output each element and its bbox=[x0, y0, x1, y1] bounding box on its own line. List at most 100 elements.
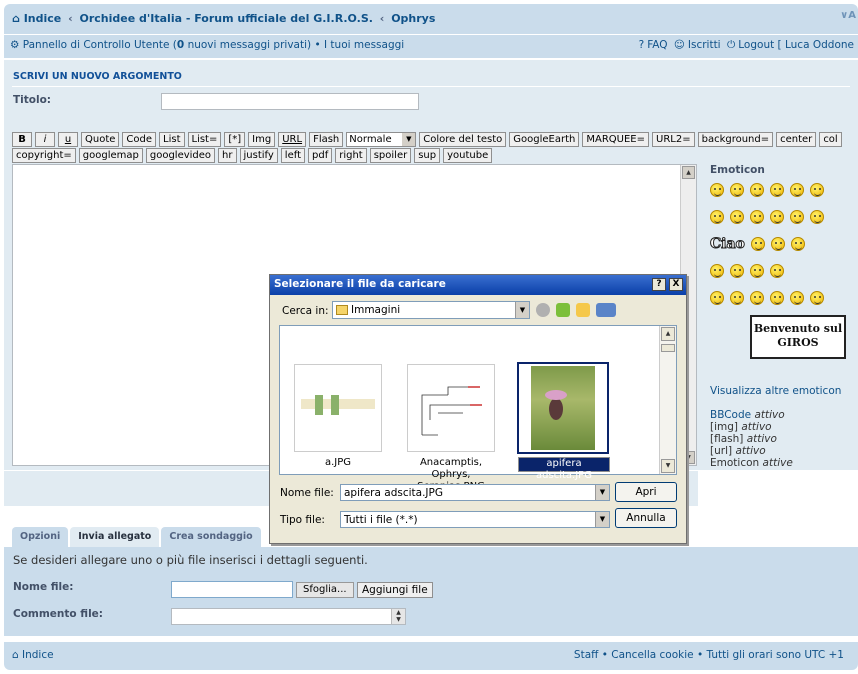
footer-index-link[interactable]: Indice bbox=[22, 649, 54, 661]
justify-button[interactable]: justify bbox=[239, 148, 278, 163]
members-link[interactable]: Iscritti bbox=[688, 39, 721, 51]
smiley-icon[interactable] bbox=[790, 183, 804, 197]
cancel-button[interactable]: Annulla bbox=[615, 508, 677, 528]
background-button[interactable]: background= bbox=[697, 132, 774, 147]
close-button[interactable]: X bbox=[669, 278, 683, 291]
welcome-sign-emoticon[interactable]: Benvenuto sul GIROS bbox=[750, 315, 846, 359]
file-name-selected[interactable]: apifera adscita.JPG bbox=[518, 457, 610, 481]
file-thumbnail[interactable] bbox=[294, 364, 382, 452]
smiley-icon[interactable] bbox=[750, 210, 764, 224]
tab-poll[interactable]: Crea sondaggio bbox=[161, 527, 261, 547]
youtube-button[interactable]: youtube bbox=[443, 148, 493, 163]
smiley-icon[interactable] bbox=[730, 264, 744, 278]
smiley-icon[interactable] bbox=[710, 183, 724, 197]
copyright-button[interactable]: copyright= bbox=[12, 148, 76, 163]
filetype-select[interactable]: Tutti i file (*.*) ▼ bbox=[340, 511, 610, 528]
smiley-icon[interactable] bbox=[730, 210, 744, 224]
googlemap-button[interactable]: googlemap bbox=[78, 148, 143, 163]
dialog-titlebar[interactable]: Selezionare il file da caricare ? X bbox=[270, 275, 686, 295]
more-emoticons-link[interactable]: Visualizza altre emoticon bbox=[710, 385, 856, 397]
list-button[interactable]: List bbox=[159, 132, 185, 147]
delete-cookies-link[interactable]: Cancella cookie bbox=[611, 649, 693, 661]
font-size-control[interactable]: ∨A bbox=[840, 10, 856, 21]
text-color-button[interactable]: Colore del testo bbox=[419, 132, 507, 147]
open-button[interactable]: Apri bbox=[615, 482, 677, 502]
center-button[interactable]: center bbox=[776, 132, 817, 147]
scroll-thumb[interactable] bbox=[661, 344, 675, 352]
smiley-icon[interactable] bbox=[770, 183, 784, 197]
help-button[interactable]: ? bbox=[652, 278, 666, 291]
smiley-icon[interactable] bbox=[770, 237, 785, 251]
back-icon[interactable] bbox=[536, 303, 550, 317]
spinner-icon[interactable]: ▲ ▼ bbox=[391, 609, 405, 624]
smiley-icon[interactable] bbox=[810, 210, 824, 224]
faq-link[interactable]: FAQ bbox=[647, 39, 667, 51]
smiley-icon[interactable] bbox=[730, 291, 744, 305]
googlevideo-button[interactable]: googlevideo bbox=[145, 148, 216, 163]
smiley-icon[interactable] bbox=[770, 291, 784, 305]
left-button[interactable]: left bbox=[280, 148, 305, 163]
smiley-icon[interactable] bbox=[790, 237, 805, 251]
pdf-button[interactable]: pdf bbox=[308, 148, 333, 163]
file-thumbnail[interactable] bbox=[407, 364, 495, 452]
smiley-icon[interactable] bbox=[710, 264, 724, 278]
ciao-emoticon[interactable]: Ciao bbox=[710, 236, 746, 253]
smiley-icon[interactable] bbox=[710, 291, 724, 305]
underline-button[interactable]: u bbox=[58, 132, 78, 147]
googleearth-button[interactable]: GoogleEarth bbox=[509, 132, 580, 147]
italic-button[interactable]: i bbox=[35, 132, 55, 147]
my-messages-link[interactable]: I tuoi messaggi bbox=[324, 39, 404, 51]
marquee-button[interactable]: MARQUEE= bbox=[582, 132, 649, 147]
smiley-icon[interactable] bbox=[730, 183, 744, 197]
ucp-link[interactable]: Pannello di Controllo Utente (0 nuovi me… bbox=[23, 39, 311, 51]
filename-input[interactable]: apifera adscita.JPG ▼ bbox=[340, 484, 610, 501]
scroll-down-icon[interactable]: ▼ bbox=[661, 459, 675, 473]
bbcode-link[interactable]: BBCode bbox=[710, 409, 751, 421]
quote-button[interactable]: Quote bbox=[81, 132, 120, 147]
new-folder-icon[interactable] bbox=[576, 303, 590, 317]
smiley-icon[interactable] bbox=[750, 183, 764, 197]
font-size-select[interactable]: Normale ▼ bbox=[346, 132, 417, 147]
logout-link[interactable]: Logout [ Luca Oddone bbox=[738, 39, 854, 51]
chevron-down-icon[interactable]: ▼ bbox=[595, 512, 609, 527]
up-folder-icon[interactable] bbox=[556, 303, 570, 317]
smiley-icon[interactable] bbox=[750, 291, 764, 305]
scroll-up-icon[interactable]: ▲ bbox=[661, 327, 675, 341]
bold-button[interactable]: B bbox=[12, 132, 32, 147]
title-input[interactable] bbox=[161, 93, 419, 110]
breadcrumb-forum[interactable]: Orchidee d'Italia - Forum ufficiale del … bbox=[80, 12, 373, 25]
file-comment-input[interactable]: ▲ ▼ bbox=[171, 608, 406, 625]
url-button[interactable]: URL bbox=[278, 132, 307, 147]
file-thumbnail-selected[interactable] bbox=[517, 362, 609, 454]
hr-button[interactable]: hr bbox=[218, 148, 237, 163]
col-button[interactable]: col bbox=[819, 132, 842, 147]
view-menu-icon[interactable] bbox=[596, 303, 616, 317]
staff-link[interactable]: Staff bbox=[574, 649, 598, 661]
smiley-icon[interactable] bbox=[750, 264, 764, 278]
img-button[interactable]: Img bbox=[248, 132, 276, 147]
tab-options[interactable]: Opzioni bbox=[12, 527, 69, 547]
file-name[interactable]: a.JPG bbox=[288, 457, 388, 469]
spoiler-button[interactable]: spoiler bbox=[369, 148, 412, 163]
smiley-icon[interactable] bbox=[770, 264, 784, 278]
smiley-icon[interactable] bbox=[810, 183, 824, 197]
url2-button[interactable]: URL2= bbox=[652, 132, 695, 147]
tab-attachment[interactable]: Invia allegato bbox=[70, 527, 160, 547]
smiley-icon[interactable] bbox=[770, 210, 784, 224]
add-file-button[interactable]: Aggiungi file bbox=[357, 582, 433, 598]
smiley-icon[interactable] bbox=[810, 291, 824, 305]
scroll-up-icon[interactable]: ▲ bbox=[682, 166, 695, 179]
list-ordered-button[interactable]: List= bbox=[187, 132, 222, 147]
smiley-icon[interactable] bbox=[750, 237, 765, 251]
flash-button[interactable]: Flash bbox=[309, 132, 344, 147]
browse-button[interactable]: Sfoglia... bbox=[296, 582, 354, 598]
smiley-icon[interactable] bbox=[790, 291, 804, 305]
smiley-icon[interactable] bbox=[790, 210, 804, 224]
sup-button[interactable]: sup bbox=[414, 148, 441, 163]
file-list-scrollbar[interactable]: ▲ ▼ bbox=[659, 326, 676, 474]
list-item-button[interactable]: [*] bbox=[224, 132, 246, 147]
attachment-file-input[interactable] bbox=[171, 581, 293, 598]
smiley-icon[interactable] bbox=[710, 210, 724, 224]
chevron-down-icon[interactable]: ▼ bbox=[595, 485, 609, 500]
breadcrumb-subforum[interactable]: Ophrys bbox=[391, 12, 435, 25]
